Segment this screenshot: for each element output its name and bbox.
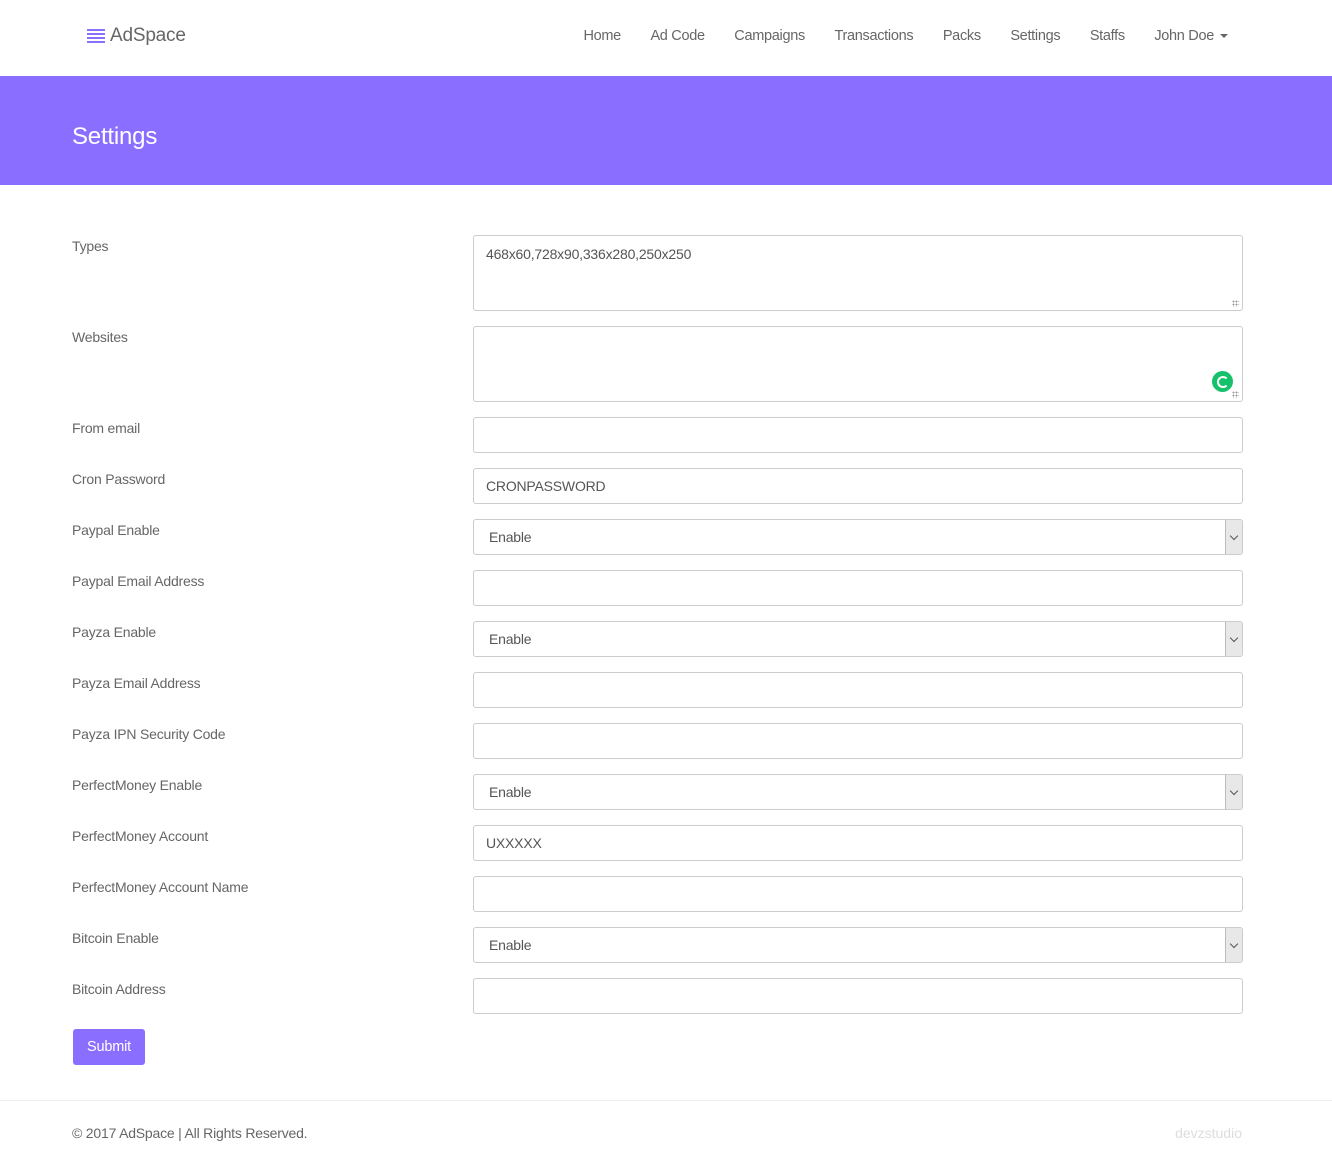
- from-email-label: From email: [72, 420, 141, 436]
- footer-credit-link[interactable]: devzstudio: [1175, 1125, 1242, 1141]
- cron-password-label: Cron Password: [72, 471, 166, 487]
- brand-logo[interactable]: AdSpace: [87, 25, 186, 47]
- footer-divider: [0, 1100, 1332, 1101]
- chevron-down-icon[interactable]: [1225, 622, 1242, 656]
- paypal-enable-label: Paypal Enable: [72, 522, 160, 538]
- perfectmoney-account-name-label: PerfectMoney Account Name: [72, 879, 249, 895]
- types-label: Types: [72, 238, 109, 254]
- bars-icon: [87, 29, 105, 43]
- nav-campaigns[interactable]: Campaigns: [734, 28, 805, 44]
- nav-packs[interactable]: Packs: [943, 28, 981, 44]
- user-menu[interactable]: John Doe: [1154, 28, 1228, 44]
- payza-enable-value: Enable: [489, 631, 532, 647]
- paypal-email-label: Paypal Email Address: [72, 573, 205, 589]
- navbar: AdSpace Home Ad Code Campaigns Transacti…: [0, 0, 1332, 76]
- chevron-down-icon[interactable]: [1225, 928, 1242, 962]
- paypal-email-input[interactable]: [473, 570, 1243, 606]
- resize-handle-icon[interactable]: [1232, 391, 1239, 398]
- perfectmoney-account-name-input[interactable]: [473, 876, 1243, 912]
- payza-ipn-input[interactable]: [473, 723, 1243, 759]
- nav-staffs[interactable]: Staffs: [1090, 28, 1125, 44]
- websites-label: Websites: [72, 329, 128, 345]
- bitcoin-enable-select[interactable]: Enable: [473, 927, 1243, 963]
- main-nav: Home Ad Code Campaigns Transactions Pack…: [554, 28, 1228, 44]
- brand-name: AdSpace: [110, 25, 186, 46]
- caret-down-icon: [1220, 34, 1228, 38]
- perfectmoney-enable-select[interactable]: Enable: [473, 774, 1243, 810]
- cron-password-value: CRONPASSWORD: [486, 478, 606, 494]
- payza-email-input[interactable]: [473, 672, 1243, 708]
- paypal-enable-select[interactable]: Enable: [473, 519, 1243, 555]
- nav-settings[interactable]: Settings: [1010, 28, 1060, 44]
- perfectmoney-enable-value: Enable: [489, 784, 532, 800]
- from-email-input[interactable]: [473, 417, 1243, 453]
- grammarly-icon[interactable]: [1212, 371, 1233, 392]
- chevron-down-icon[interactable]: [1225, 520, 1242, 554]
- chevron-down-icon[interactable]: [1225, 775, 1242, 809]
- submit-button[interactable]: Submit: [73, 1029, 145, 1065]
- perfectmoney-account-label: PerfectMoney Account: [72, 828, 209, 844]
- user-name: John Doe: [1154, 28, 1214, 44]
- bitcoin-address-input[interactable]: [473, 978, 1243, 1014]
- nav-ad-code[interactable]: Ad Code: [650, 28, 705, 44]
- paypal-enable-value: Enable: [489, 529, 532, 545]
- websites-textarea[interactable]: [473, 326, 1243, 402]
- nav-transactions[interactable]: Transactions: [834, 28, 913, 44]
- page-header: Settings: [0, 76, 1332, 185]
- cron-password-input[interactable]: CRONPASSWORD: [473, 468, 1243, 504]
- perfectmoney-account-value: UXXXXX: [486, 835, 542, 851]
- payza-email-label: Payza Email Address: [72, 675, 201, 691]
- page-title: Settings: [72, 123, 158, 150]
- types-textarea[interactable]: 468x60,728x90,336x280,250x250: [473, 235, 1243, 311]
- payza-ipn-label: Payza IPN Security Code: [72, 726, 226, 742]
- resize-handle-icon[interactable]: [1232, 300, 1239, 307]
- bitcoin-enable-value: Enable: [489, 937, 532, 953]
- bitcoin-enable-label: Bitcoin Enable: [72, 930, 159, 946]
- types-value: 468x60,728x90,336x280,250x250: [486, 246, 692, 262]
- payza-enable-select[interactable]: Enable: [473, 621, 1243, 657]
- footer-copyright: © 2017 AdSpace | All Rights Reserved.: [72, 1125, 308, 1141]
- perfectmoney-account-input[interactable]: UXXXXX: [473, 825, 1243, 861]
- bitcoin-address-label: Bitcoin Address: [72, 981, 166, 997]
- payza-enable-label: Payza Enable: [72, 624, 156, 640]
- nav-home[interactable]: Home: [583, 28, 621, 44]
- perfectmoney-enable-label: PerfectMoney Enable: [72, 777, 203, 793]
